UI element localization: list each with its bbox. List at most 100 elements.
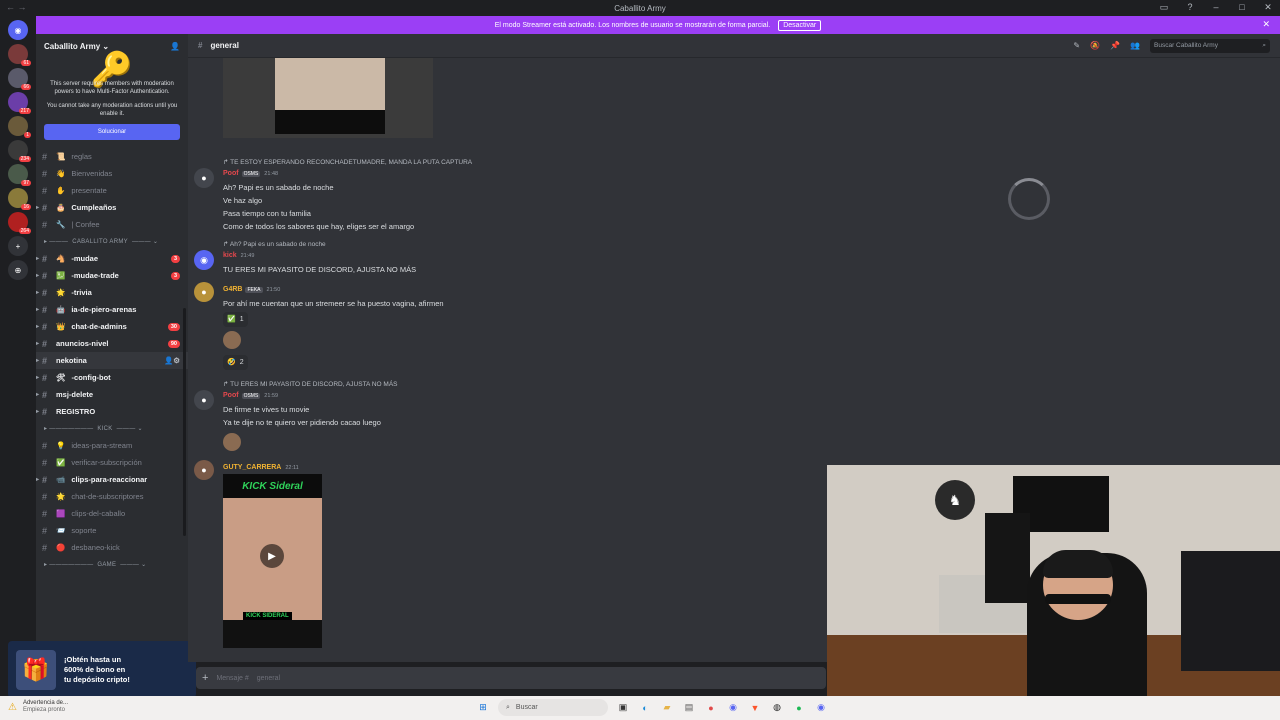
channel-item[interactable]: ▸ # msj-delete <box>36 386 188 403</box>
app-icon[interactable]: ◉ <box>814 701 828 715</box>
channel-item[interactable]: ▸ # anuncios-nivel 90 <box>36 335 188 352</box>
author-name[interactable]: kick <box>223 252 237 259</box>
channel-item[interactable]: ▸ # 💹 -mudae-trade 3 <box>36 267 188 284</box>
server-icon[interactable]: 66 <box>8 68 31 90</box>
hash-icon: # <box>198 41 203 50</box>
inbox-icon[interactable]: ▭ <box>1158 2 1170 13</box>
window-title: Caballito Army <box>614 3 666 13</box>
message: ● ↱ TU ERES MI PAYASITO DE DISCORD, AJUS… <box>194 378 397 455</box>
webcam-overlay: ♞ <box>827 465 1280 696</box>
discord-icon[interactable]: ◉ <box>726 701 740 715</box>
home-icon[interactable]: ◉ <box>8 20 28 40</box>
search-input[interactable]: Buscar Caballito Army ⌕ <box>1150 38 1270 53</box>
channel-item[interactable]: # 🌟 chat-de-subscriptores <box>36 488 188 505</box>
channel-item[interactable]: # 📜 reglas <box>36 148 188 165</box>
channel-item[interactable]: ▸ # REGISTRO <box>36 403 188 420</box>
spotify-icon[interactable]: ● <box>792 701 806 715</box>
category-header[interactable]: ▸ ——— CABALLITO ARMY ——— ⌄ <box>36 233 188 250</box>
channel-item[interactable]: ▸ # 👑 chat-de-admins 30 <box>36 318 188 335</box>
sidebar-scrollbar[interactable] <box>183 308 186 536</box>
promo-line: 600% de bono en <box>64 664 126 674</box>
minimize-icon[interactable]: – <box>1210 2 1222 13</box>
author-name[interactable]: Poof <box>223 392 239 399</box>
channel-item[interactable]: # ✋ presentate <box>36 182 188 199</box>
promo-ad[interactable]: 🎁 ¡Obtén hasta un 600% de bono en tu dep… <box>8 641 196 698</box>
play-icon[interactable]: ▶ <box>260 544 284 568</box>
add-server-icon[interactable]: + <box>8 236 28 256</box>
solucionar-button[interactable]: Solucionar <box>44 124 180 140</box>
avatar[interactable]: ● <box>194 390 214 410</box>
server-icon[interactable]: 1 <box>8 116 31 138</box>
reaction[interactable]: ✅ 1 <box>223 312 248 327</box>
reply-preview[interactable]: ↱ TU ERES MI PAYASITO DE DISCORD, AJUSTA… <box>223 378 397 388</box>
discord-avatar-icon[interactable]: ◉ <box>194 250 214 270</box>
app-icon[interactable]: ▤ <box>682 701 696 715</box>
folder-icon[interactable]: ▰ <box>660 701 674 715</box>
channel-item[interactable]: # 🟪 clips-del-caballo <box>36 505 188 522</box>
close-icon[interactable]: ✕ <box>1262 2 1274 13</box>
server-icon[interactable]: 97 <box>8 164 31 186</box>
close-banner-icon[interactable]: ✕ <box>1262 19 1270 30</box>
channel-item[interactable]: # 🔴 desbaneo-kick <box>36 539 188 556</box>
author-name[interactable]: Poof <box>223 170 239 177</box>
disable-streamer-button[interactable]: Desactivar <box>778 19 822 31</box>
reply-preview[interactable]: ↱ Ah? Papi es un sabado de noche <box>223 238 416 248</box>
channel-item[interactable]: # 👋 Bienvenidas <box>36 165 188 182</box>
reply-preview[interactable]: ↱ TE ESTOY ESPERANDO RECONCHADETUMADRE, … <box>223 156 472 166</box>
image-attachment[interactable] <box>223 58 433 138</box>
channel-item[interactable]: ▸ # 📹 clips-para-reaccionar <box>36 471 188 488</box>
settings-icon[interactable]: 👤⚙ <box>164 356 180 365</box>
composer-channel: general <box>256 674 281 682</box>
discover-icon[interactable]: ⊕ <box>8 260 28 280</box>
brave-icon[interactable]: ▼ <box>748 701 762 715</box>
threads-icon[interactable]: ✎ <box>1073 41 1080 50</box>
streamer-mode-text: El modo Streamer está activado. Los nomb… <box>494 21 771 29</box>
channel-item[interactable]: # 📨 soporte <box>36 522 188 539</box>
avatar[interactable]: ● <box>194 168 214 188</box>
avatar[interactable]: ● <box>194 282 214 302</box>
author-name[interactable]: G4RB <box>223 286 242 293</box>
warning-icon: ⚠ <box>8 701 17 713</box>
channel-item[interactable]: ▸ # 🎂 Cumpleaños <box>36 199 188 216</box>
video-attachment[interactable]: KICK Sideral ▶ KICK SIDERAL <box>223 474 322 648</box>
maximize-icon[interactable]: □ <box>1236 2 1248 13</box>
server-list: ◉ 61 66 217 1 234 97 16 264 + ⊕ <box>0 16 36 696</box>
nav-arrows[interactable]: ← → <box>6 2 27 12</box>
server-icon[interactable]: 217 <box>8 92 31 114</box>
channel-item[interactable]: # 🔧 | Confee <box>36 216 188 233</box>
help-icon[interactable]: ? <box>1184 2 1196 13</box>
server-icon[interactable]: 16 <box>8 188 31 210</box>
channel-item[interactable]: # 💡 ideas-para-stream <box>36 437 188 454</box>
reaction[interactable]: 🤣 2 <box>223 355 248 370</box>
task-view-icon[interactable]: ▣ <box>616 701 630 715</box>
plus-icon[interactable]: + <box>202 672 208 684</box>
edge-icon[interactable]: ◐ <box>638 701 652 715</box>
category-header[interactable]: ▸ ——————— GAME ——— ⌄ <box>36 556 188 573</box>
channel-item[interactable]: ▸ # 🌟 -trivia <box>36 284 188 301</box>
channel-item[interactable]: # ✅ verificar-subscripción <box>36 454 188 471</box>
server-icon[interactable]: 264 <box>8 212 31 234</box>
mfa-text-2: You cannot take any moderation actions u… <box>46 103 178 117</box>
app-icon[interactable]: ● <box>704 701 718 715</box>
channel-item[interactable]: ▸ # 🐴 -mudae 3 <box>36 250 188 267</box>
weather-widget[interactable]: ⚠ Advertencia de... Empieza pronto <box>8 700 68 714</box>
message-input[interactable]: + Mensaje # general <box>196 667 826 689</box>
server-icon[interactable]: 234 <box>8 140 31 162</box>
channel-item[interactable]: ▸ # 🤖 ia-de-piero-arenas <box>36 301 188 318</box>
message: ◉ ↱ Ah? Papi es un sabado de noche kick 2… <box>194 238 416 276</box>
message: ● ↱ TE ESTOY ESPERANDO RECONCHADETUMADRE… <box>194 156 472 233</box>
category-header[interactable]: ▸ ——————— KICK ——— ⌄ <box>36 420 188 437</box>
app-icon[interactable]: ◍ <box>770 701 784 715</box>
add-member-icon[interactable]: 👤 <box>170 42 180 51</box>
members-icon[interactable]: 👥 <box>1130 41 1140 50</box>
author-name[interactable]: GUTY_CARRERA <box>223 464 281 471</box>
server-icon[interactable]: 61 <box>8 44 31 66</box>
server-name: Caballito Army <box>44 41 101 51</box>
mute-icon[interactable]: 🔕 <box>1090 41 1100 50</box>
taskbar-search[interactable]: ⌕ Buscar <box>498 699 608 716</box>
pin-icon[interactable]: 📌 <box>1110 41 1120 50</box>
windows-start-icon[interactable]: ⊞ <box>476 701 490 715</box>
channel-item[interactable]: ▸ # 🛠 -config-bot <box>36 369 188 386</box>
avatar[interactable]: ● <box>194 460 214 480</box>
channel-item[interactable]: ▸ # nekotina 👤⚙ <box>36 352 188 369</box>
